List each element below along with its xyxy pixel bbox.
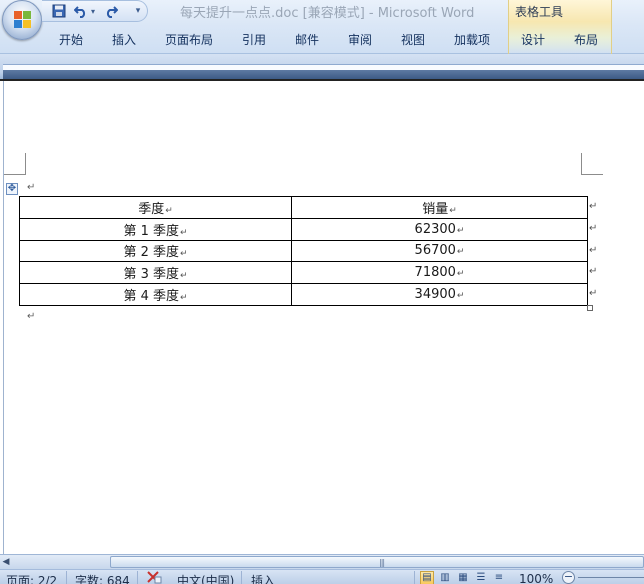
title-bar: ▾ ▾ 每天提升一点点.doc [兼容模式] - Microsoft Word … [0, 0, 644, 54]
crop-mark-right [581, 153, 603, 175]
paragraph-mark: ↵ [27, 182, 36, 193]
row-end-mark: ↵ [589, 288, 598, 299]
tab-design[interactable]: 设计 [521, 31, 545, 47]
tab-mailings[interactable]: 邮件 [295, 31, 319, 47]
tab-view[interactable]: 视图 [401, 31, 425, 47]
table-cell[interactable]: 第 2 季度↵ [19, 239, 292, 263]
table-cell[interactable]: 季度↵ [19, 196, 292, 219]
cell-mark: ↵ [456, 247, 465, 258]
cell-text: 季度 [138, 201, 165, 217]
scroll-left-icon[interactable]: ◀ [0, 555, 12, 569]
cell-text: 62300 [414, 221, 456, 237]
horizontal-scrollbar[interactable]: ◀ ||| [0, 554, 644, 569]
window-title: 每天提升一点点.doc [兼容模式] - Microsoft Word [180, 6, 475, 21]
cell-mark: ↵ [456, 269, 465, 280]
row-end-mark: ↵ [589, 223, 598, 234]
paragraph-mark: ↵ [27, 311, 36, 322]
table-row: 第 4 季度↵ 34900↵ [19, 283, 588, 306]
cell-mark: ↵ [165, 205, 173, 216]
grip-icon: ||| [379, 558, 385, 567]
quick-access-toolbar: ▾ ▾ [42, 0, 148, 22]
row-end-mark: ↵ [589, 201, 598, 212]
language-indicator[interactable]: 中文(中国) [177, 572, 234, 584]
tab-home[interactable]: 开始 [59, 31, 83, 47]
cell-text: 第 3 季度 [123, 267, 179, 283]
table-cell[interactable]: 第 4 季度↵ [19, 283, 292, 306]
tab-add-ins[interactable]: 加载项 [454, 31, 490, 47]
undo-dropdown-icon[interactable]: ▾ [88, 3, 98, 19]
divider [241, 571, 242, 584]
cell-text: 销量 [422, 201, 449, 217]
customize-icon[interactable]: ▾ [132, 3, 144, 19]
cell-mark: ↵ [456, 225, 465, 236]
table-row: 第 3 季度↵ 71800↵ [19, 261, 588, 285]
tab-review[interactable]: 审阅 [348, 31, 372, 47]
tab-page-layout[interactable]: 页面布局 [165, 31, 213, 47]
table-tools-title: 表格工具 [515, 5, 564, 19]
table-cell[interactable]: 第 1 季度↵ [19, 217, 292, 241]
cell-mark: ↵ [456, 291, 465, 302]
cell-text: 第 4 季度 [123, 289, 179, 305]
ruler [0, 54, 644, 80]
redo-icon[interactable] [102, 3, 120, 19]
table-cell[interactable]: 56700↵ [291, 239, 588, 263]
zoom-slider-track[interactable] [578, 577, 644, 578]
row-end-mark: ↵ [589, 266, 598, 277]
divider [137, 571, 138, 584]
word-count[interactable]: 字数: 684 [75, 572, 130, 584]
web-layout-view-icon[interactable]: ▦ [456, 571, 470, 584]
row-end-mark: ↵ [589, 245, 598, 256]
table-cell[interactable]: 34900↵ [291, 283, 588, 306]
cell-text: 71800 [414, 265, 456, 281]
document-page[interactable] [3, 81, 644, 554]
tab-layout[interactable]: 布局 [574, 31, 598, 47]
office-button[interactable] [2, 0, 42, 40]
full-screen-reading-view-icon[interactable]: ▥ [438, 571, 452, 584]
tab-references[interactable]: 引用 [242, 31, 266, 47]
zoom-out-icon[interactable]: − [562, 571, 575, 584]
table-cell[interactable]: 销量↵ [291, 196, 588, 219]
cell-mark: ↵ [449, 205, 457, 216]
print-layout-view-icon[interactable]: ▤ [420, 571, 434, 584]
cell-text: 56700 [414, 243, 456, 259]
cell-mark: ↵ [180, 249, 188, 260]
status-bar: 页面: 2/2 字数: 684 中文(中国) 插入 ▤ ▥ ▦ ☰ ≡ 100%… [0, 569, 644, 584]
cell-mark: ↵ [180, 227, 188, 238]
table-row: 第 1 季度↵ 62300↵ [19, 217, 588, 241]
insert-mode[interactable]: 插入 [251, 572, 275, 584]
table-cell[interactable]: 第 3 季度↵ [19, 261, 292, 285]
save-icon[interactable] [50, 3, 68, 19]
crop-mark-left [4, 153, 26, 175]
table-cell[interactable]: 62300↵ [291, 217, 588, 241]
table-cell[interactable]: 71800↵ [291, 261, 588, 285]
table-row: 第 2 季度↵ 56700↵ [19, 239, 588, 263]
office-logo-icon [14, 11, 32, 29]
zoom-level[interactable]: 100% [519, 572, 553, 584]
outline-view-icon[interactable]: ☰ [474, 571, 488, 584]
divider [66, 571, 67, 584]
table-move-handle-icon[interactable]: ✥ [6, 183, 18, 195]
cell-text: 第 1 季度 [123, 223, 179, 239]
cell-text: 第 2 季度 [123, 245, 179, 261]
scrollbar-thumb[interactable]: ||| [110, 556, 644, 568]
table-resize-handle[interactable] [587, 305, 593, 311]
divider [414, 571, 415, 584]
draft-view-icon[interactable]: ≡ [492, 571, 506, 584]
proofing-icon[interactable] [146, 570, 162, 584]
tab-insert[interactable]: 插入 [112, 31, 136, 47]
ruler-margin [3, 70, 644, 79]
cell-text: 34900 [414, 287, 456, 303]
cell-mark: ↵ [180, 293, 188, 304]
data-table[interactable]: 季度↵ 销量↵ 第 1 季度↵ 62300↵ 第 2 季度↵ 56700↵ 第 … [19, 196, 588, 306]
table-header-row: 季度↵ 销量↵ [19, 196, 588, 219]
page-indicator[interactable]: 页面: 2/2 [6, 572, 57, 584]
cell-mark: ↵ [180, 271, 188, 282]
